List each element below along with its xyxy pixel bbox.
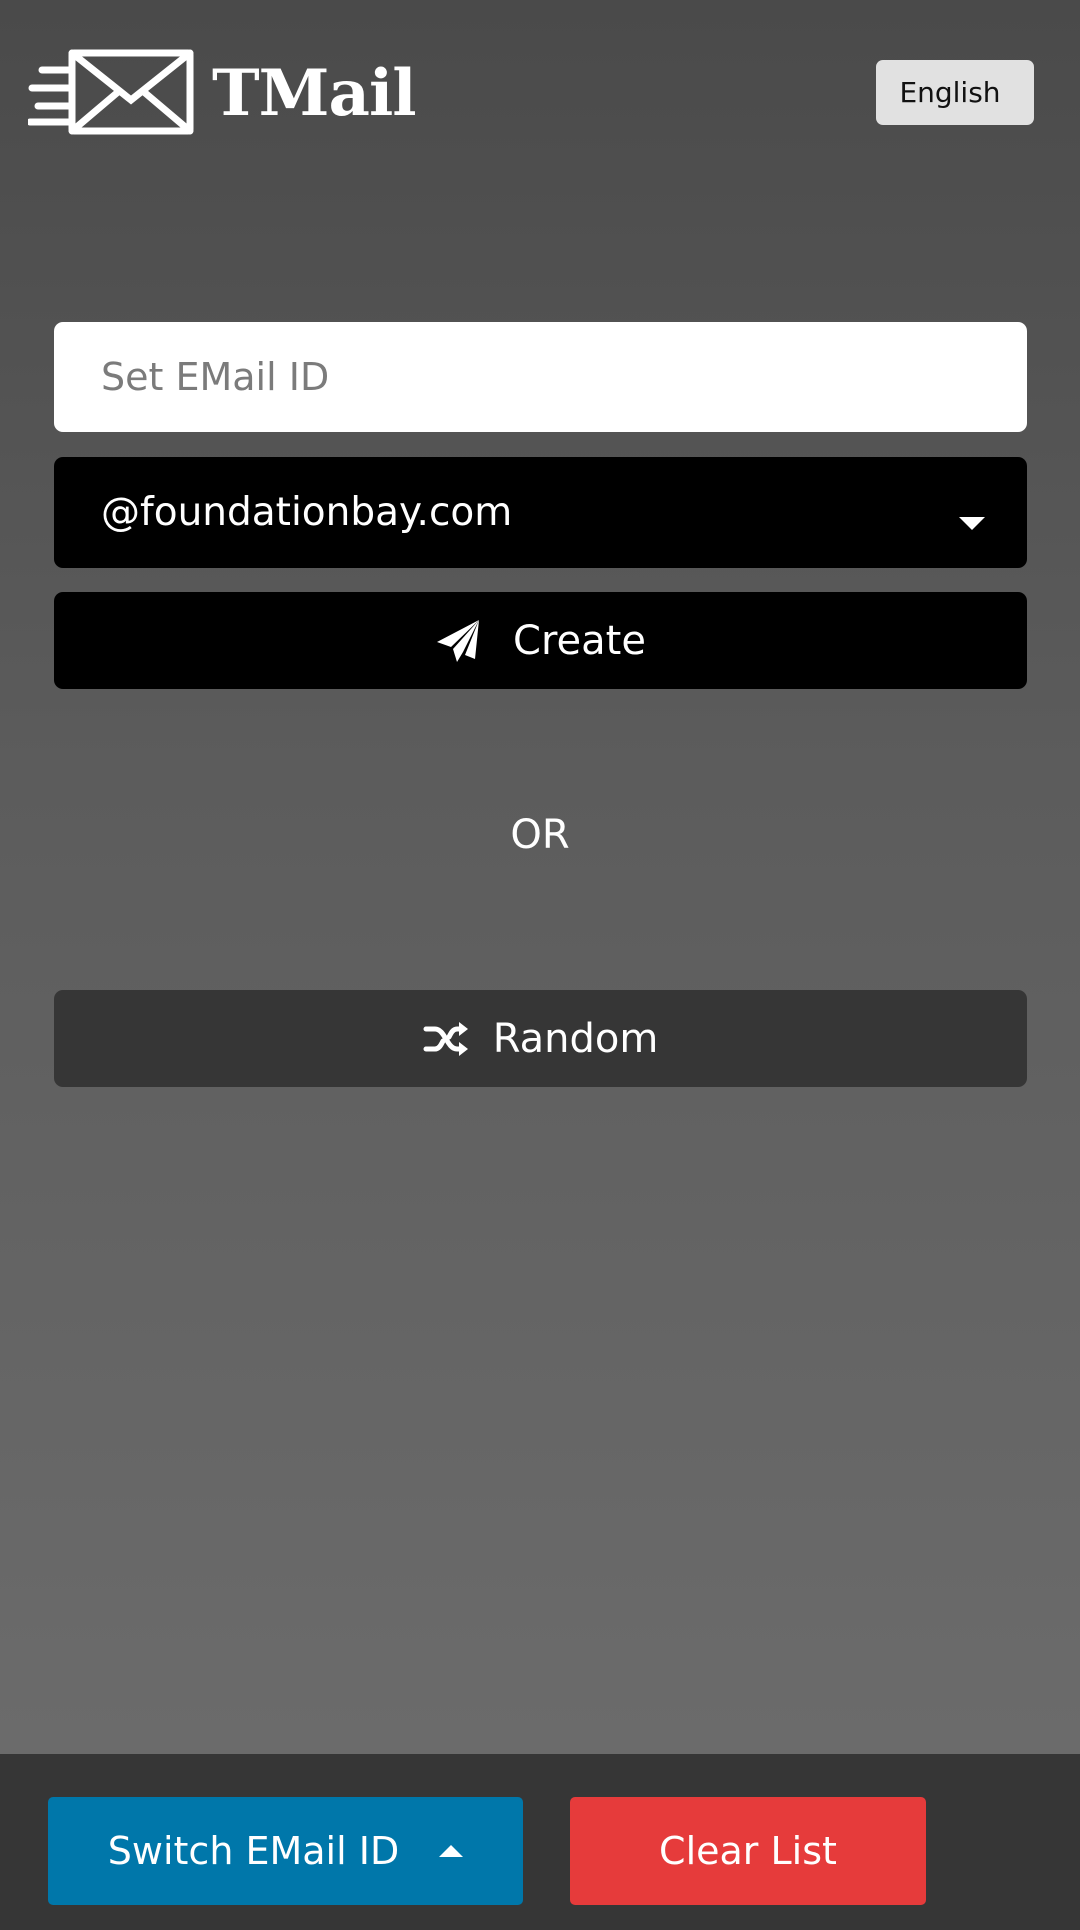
caret-down-icon — [959, 517, 985, 530]
domain-selected-value: @foundationbay.com — [101, 490, 513, 535]
caret-up-icon — [439, 1845, 464, 1857]
logo-text: TMail — [212, 55, 417, 131]
random-button[interactable]: Random — [54, 990, 1027, 1087]
switch-email-id-label: Switch EMail ID — [107, 1829, 400, 1873]
shuffle-icon — [423, 1021, 468, 1056]
switch-email-id-button[interactable]: Switch EMail ID — [48, 1797, 523, 1905]
create-label: Create — [513, 617, 646, 664]
or-divider: OR — [510, 812, 570, 858]
clear-list-label: Clear List — [659, 1829, 837, 1873]
language-button[interactable]: English — [876, 60, 1034, 125]
clear-list-button[interactable]: Clear List — [570, 1797, 926, 1905]
header: TMail English — [0, 0, 1080, 190]
logo[interactable]: TMail — [28, 48, 417, 138]
email-id-input[interactable] — [54, 322, 1027, 432]
domain-select[interactable]: @foundationbay.com — [54, 457, 1027, 568]
paper-plane-icon — [437, 619, 480, 662]
create-button[interactable]: Create — [54, 592, 1027, 689]
envelope-icon — [28, 49, 194, 135]
random-label: Random — [492, 1015, 659, 1062]
